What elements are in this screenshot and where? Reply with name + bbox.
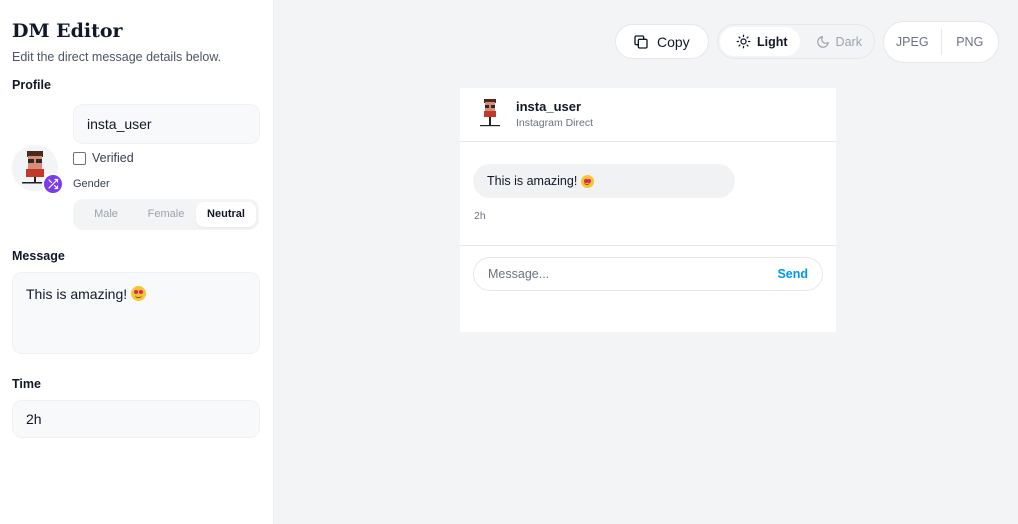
theme-light-button[interactable]: Light [720,27,800,56]
export-jpeg-button[interactable]: JPEG [884,35,941,49]
gender-option-neutral[interactable]: Neutral [196,202,256,227]
theme-dark-label: Dark [835,34,862,49]
message-bubble: This is amazing! [473,164,735,198]
composer-divider [460,245,836,246]
theme-toggle: Light Dark [717,24,875,59]
shuffle-avatar-button[interactable] [42,173,64,195]
gender-option-male[interactable]: Male [76,202,136,227]
editor-sidebar: DM Editor Edit the direct message detail… [0,0,274,524]
profile-avatar-container [12,145,64,195]
preview-username: insta_user [516,99,582,114]
verified-label: Verified [92,151,134,165]
message-textarea[interactable]: This is amazing! [12,272,260,354]
copy-button[interactable]: Copy [615,24,709,59]
preview-subtitle: Instagram Direct [516,117,594,129]
export-group: JPEG PNG [883,21,999,63]
verified-checkbox[interactable] [73,151,86,165]
send-button[interactable]: Send [777,267,808,281]
message-timestamp: 2h [474,210,486,222]
copy-label: Copy [657,33,690,50]
gender-option-female[interactable]: Female [136,202,196,227]
message-text: This is amazing! [26,286,128,302]
dm-preview-card: insta_user Instagram Direct This is amaz… [460,88,836,332]
verified-option[interactable]: Verified [73,151,134,165]
editor-subtitle: Edit the direct message details below. [12,50,222,64]
dm-header: insta_user Instagram Direct [460,88,836,142]
gender-label: Gender [73,178,110,190]
theme-dark-button[interactable]: Dark [800,27,874,56]
message-composer: Send [473,257,823,291]
heart-eyes-emoji-icon [581,174,595,188]
moon-icon [816,35,830,49]
composer-input[interactable] [488,267,778,281]
copy-icon [633,34,649,50]
heart-eyes-emoji-icon [131,286,147,301]
theme-light-label: Light [757,34,788,49]
message-section-label: Message [12,249,65,263]
gender-selector: Male Female Neutral [73,199,259,230]
bubble-text: This is amazing! [487,174,578,188]
export-png-button[interactable]: PNG [942,35,999,49]
editor-title: DM Editor [12,20,123,42]
profile-section-label: Profile [12,78,51,92]
time-section-label: Time [12,377,41,391]
username-input[interactable]: insta_user [73,104,260,144]
preview-avatar [477,98,503,128]
time-input[interactable]: 2h [12,400,260,438]
sun-icon [736,34,751,49]
shuffle-icon [47,178,59,190]
